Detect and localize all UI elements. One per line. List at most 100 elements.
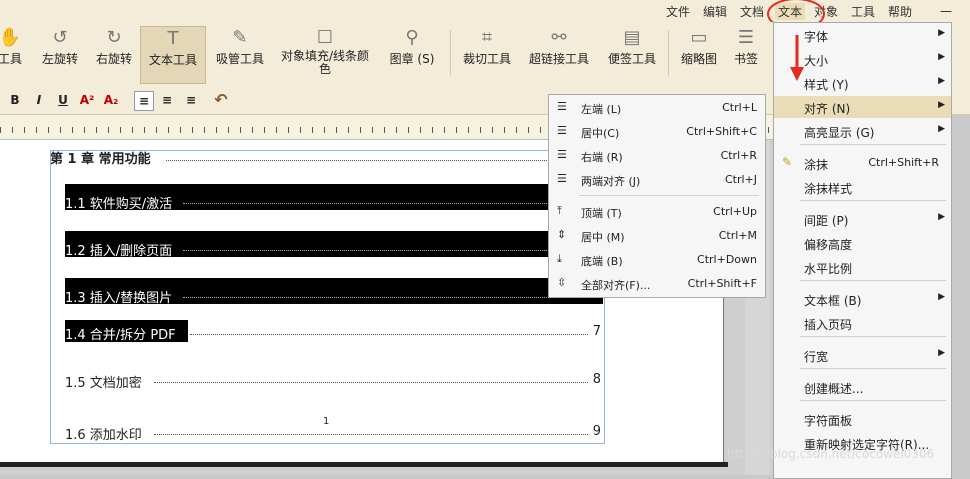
link-button[interactable]: ⚯ 超链接工具 bbox=[526, 26, 592, 82]
align-right-icon[interactable]: ≡ bbox=[182, 91, 200, 109]
menu-item-align[interactable]: 对齐 (N) ▶ bbox=[774, 96, 951, 118]
align-all-icon: ⇳ bbox=[557, 276, 567, 289]
leader-dots bbox=[154, 382, 588, 383]
menu-item-label: 创建概述... bbox=[804, 382, 864, 396]
menu-item-baseline-offset[interactable]: 偏移高度 bbox=[774, 232, 951, 254]
underline-button[interactable]: U bbox=[54, 91, 72, 109]
menu-item-line-width[interactable]: 行宽 ▶ bbox=[774, 344, 951, 366]
stamp-icon: ⚲ bbox=[405, 27, 419, 48]
menu-item-insert-page-number[interactable]: 插入页码 bbox=[774, 312, 951, 334]
align-right-item[interactable]: ☰ 右端 (R) Ctrl+R bbox=[549, 145, 765, 167]
menu-item-label: 行宽 bbox=[804, 350, 829, 364]
subscript-button[interactable]: A₂ bbox=[102, 91, 120, 109]
align-bottom-item[interactable]: ⤓ 底端 (B) Ctrl+Down bbox=[549, 249, 765, 271]
menu-item-highlight[interactable]: 高亮显示 (G) ▶ bbox=[774, 120, 951, 142]
menu-item-horizontal-scale[interactable]: 水平比例 bbox=[774, 256, 951, 278]
crop-icon: ⌗ bbox=[481, 27, 493, 48]
text-tool-icon: T bbox=[167, 28, 179, 49]
menu-item-label: 右端 (R) bbox=[581, 151, 623, 164]
stamp-button[interactable]: ⚲ 图章 (S) bbox=[382, 26, 442, 82]
menu-item-label: 底端 (B) bbox=[581, 255, 623, 268]
align-center-icon: ☰ bbox=[557, 124, 567, 137]
link-icon: ⚯ bbox=[551, 27, 567, 48]
align-submenu: ☰ 左端 (L) Ctrl+L ☰ 居中(C) Ctrl+Shift+C ☰ 右端 (R)… bbox=[548, 94, 766, 298]
rotate-left-icon: ↺ bbox=[52, 27, 68, 48]
align-all-item[interactable]: ⇳ 全部对齐(F)... Ctrl+Shift+F bbox=[549, 273, 765, 295]
eyedropper-button[interactable]: ✎ 吸管工具 bbox=[212, 26, 268, 82]
menu-item-redact[interactable]: ✎ 涂抹 Ctrl+Shift+R bbox=[774, 152, 951, 174]
menu-item-label: 水平比例 bbox=[804, 262, 853, 276]
menu-item-shortcut: Ctrl+L bbox=[722, 101, 757, 114]
tool-label: 便签工具 bbox=[607, 52, 656, 66]
menu-separator bbox=[800, 336, 946, 337]
menu-item-create-outline[interactable]: 创建概述... bbox=[774, 376, 951, 398]
menu-item-label: 两端对齐 (J) bbox=[581, 175, 641, 188]
menu-edit[interactable]: 编辑 bbox=[703, 3, 727, 20]
submenu-arrow-icon: ▶ bbox=[938, 28, 945, 38]
crop-button[interactable]: ⌗ 裁切工具 bbox=[458, 26, 516, 82]
menu-item-shortcut: Ctrl+Shift+C bbox=[686, 125, 757, 138]
tool-label: 右旋转 bbox=[95, 52, 132, 66]
hand-icon: ✋ bbox=[0, 27, 22, 48]
toc-page-number: 9 bbox=[592, 424, 601, 439]
menu-item-label: 全部对齐(F)... bbox=[581, 279, 651, 292]
menu-separator bbox=[800, 368, 946, 369]
toc-entry-text: 1.1 软件购买/激活 bbox=[65, 197, 173, 212]
toc-entry[interactable]: 1.2 插入/删除页面 bbox=[50, 238, 603, 260]
menu-help[interactable]: 帮助 bbox=[888, 3, 912, 20]
menu-item-character-panel[interactable]: 字符面板 bbox=[774, 408, 951, 430]
fill-color-button[interactable]: ☐ 对象填充/线条颜色 bbox=[278, 26, 372, 82]
minimize-button[interactable]: — bbox=[940, 4, 952, 18]
align-center-item[interactable]: ☰ 居中(C) Ctrl+Shift+C bbox=[549, 121, 765, 143]
align-right-icon: ☰ bbox=[557, 148, 567, 161]
menu-item-shortcut: Ctrl+J bbox=[724, 173, 757, 186]
align-center-icon[interactable]: ≡ bbox=[158, 91, 176, 109]
tool-label: 对象填充/线条颜色 bbox=[280, 49, 370, 76]
tool-label: 书签 bbox=[733, 52, 758, 66]
menu-item-label: 字体 bbox=[804, 30, 829, 44]
rotate-left-button[interactable]: ↺ 左旋转 bbox=[38, 26, 82, 82]
rotate-right-button[interactable]: ↻ 右旋转 bbox=[92, 26, 136, 82]
menu-item-label: 高亮显示 (G) bbox=[804, 126, 875, 140]
toc-entry[interactable]: 1.6 添加水印 9 bbox=[50, 422, 603, 444]
toc-entry[interactable]: 1.1 软件购买/激活 bbox=[50, 191, 603, 213]
menu-item-label: 对齐 (N) bbox=[804, 102, 851, 116]
tool-label: 左旋转 bbox=[41, 52, 78, 66]
menu-separator bbox=[800, 144, 946, 145]
toc-entry-text: 1.4 合并/拆分 PDF bbox=[65, 328, 176, 343]
bookmark-button[interactable]: ☰ 书签 bbox=[728, 26, 764, 82]
menu-item-label: 大小 bbox=[804, 54, 829, 68]
toc-entry[interactable]: 1.4 合并/拆分 PDF 7 bbox=[50, 322, 603, 344]
menu-item-redact-style[interactable]: 涂抹样式 bbox=[774, 176, 951, 198]
page-shadow bbox=[0, 462, 728, 467]
align-middle-item[interactable]: ⇕ 居中 (M) Ctrl+M bbox=[549, 225, 765, 247]
bold-button[interactable]: B bbox=[6, 91, 24, 109]
menu-item-label: 涂抹样式 bbox=[804, 182, 853, 196]
align-justify-item[interactable]: ☰ 两端对齐 (J) Ctrl+J bbox=[549, 169, 765, 191]
note-button[interactable]: ▤ 便签工具 bbox=[604, 26, 660, 82]
superscript-button[interactable]: A² bbox=[78, 91, 96, 109]
menu-item-text-box[interactable]: 文本框 (B) ▶ bbox=[774, 288, 951, 310]
italic-button[interactable]: I bbox=[30, 91, 48, 109]
menu-item-label: 字符面板 bbox=[804, 414, 853, 428]
thumbnail-button[interactable]: ▭ 缩略图 bbox=[676, 26, 722, 82]
menu-item-label: 涂抹 bbox=[804, 158, 829, 172]
menu-item-label: 插入页码 bbox=[804, 318, 853, 332]
toc-entry-text: 1.5 文档加密 bbox=[65, 376, 142, 391]
menu-document[interactable]: 文档 bbox=[740, 3, 764, 20]
toc-entry[interactable]: 1.3 插入/替换图片 6 bbox=[50, 285, 603, 307]
toc-entry[interactable]: 1.5 文档加密 8 bbox=[50, 370, 603, 392]
tool-label: 吸管工具 bbox=[215, 52, 264, 66]
menu-item-spacing[interactable]: 间距 (P) ▶ bbox=[774, 208, 951, 230]
undo-icon[interactable]: ↶ bbox=[212, 91, 230, 109]
menu-tools[interactable]: 工具 bbox=[851, 3, 875, 20]
align-left-item[interactable]: ☰ 左端 (L) Ctrl+L bbox=[549, 97, 765, 119]
menu-file[interactable]: 文件 bbox=[666, 3, 690, 20]
menu-bar: 文件 编辑 文档 文本 对象 工具 帮助 — bbox=[0, 0, 970, 30]
fill-icon: ☐ bbox=[316, 27, 334, 48]
align-left-icon[interactable]: ≡ bbox=[134, 91, 154, 111]
align-top-item[interactable]: ⤒ 顶端 (T) Ctrl+Up bbox=[549, 201, 765, 223]
hand-tool-button[interactable]: ✋ 工具 bbox=[0, 26, 24, 82]
text-tool-button[interactable]: T 文本工具 bbox=[140, 26, 206, 84]
submenu-arrow-icon: ▶ bbox=[938, 292, 945, 302]
